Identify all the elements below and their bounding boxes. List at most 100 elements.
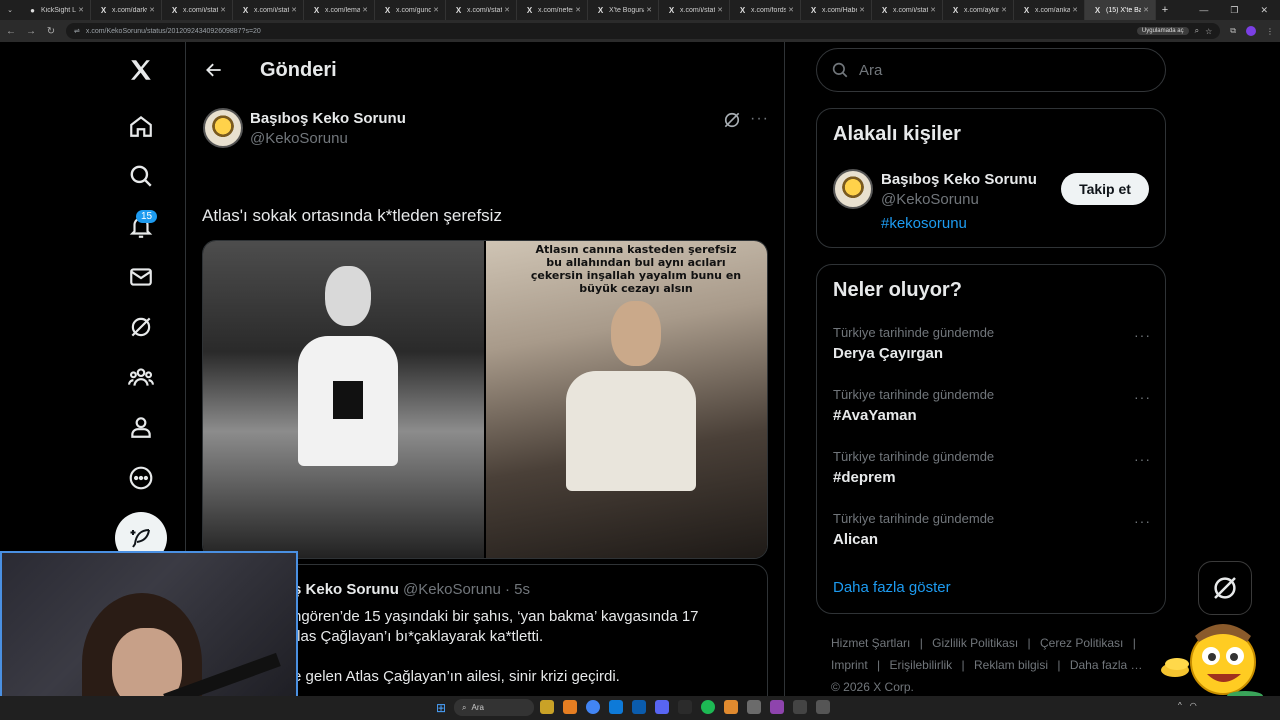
close-icon[interactable]: ✕ [646,6,652,14]
menu-icon[interactable]: ⋮ [1266,27,1274,36]
tab-list-button[interactable]: ⌄ [0,0,20,20]
back-arrow-icon[interactable] [188,60,240,80]
file-explorer-icon[interactable] [563,700,577,714]
author-avatar[interactable] [203,108,243,148]
related-handle[interactable]: @KekoSorunu [881,191,979,208]
browser-tab[interactable]: Xx.com/i/statu✕ [659,0,730,20]
site-info-icon[interactable]: ⇌ [74,27,80,35]
follow-button[interactable]: Takip et [1061,173,1149,205]
search-icon[interactable] [116,156,166,196]
grok-float-button[interactable] [1198,561,1252,615]
photo-left[interactable] [203,241,484,558]
extensions-icon[interactable]: ⧉ [1230,26,1236,36]
taskbar-app-icon[interactable] [724,700,738,714]
taskbar-app-icon[interactable] [770,700,784,714]
close-icon[interactable]: ✕ [788,6,794,14]
author-handle[interactable]: @KekoSorunu [250,130,348,147]
browser-tab[interactable]: Xx.com/i/statu✕ [872,0,943,20]
browser-tab[interactable]: Xx.com/nefes ✕ [517,0,588,20]
more-options-icon[interactable]: ··· [1134,389,1151,405]
footer-link[interactable]: Gizlilik Politikası [932,636,1018,650]
related-avatar[interactable] [833,169,873,209]
obs-icon[interactable] [678,700,692,714]
browser-tab[interactable]: Xx.com/i/statu✕ [162,0,233,20]
footer-link[interactable]: Çerez Politikası [1040,636,1123,650]
close-icon[interactable]: ✕ [433,6,439,14]
close-icon[interactable]: ✕ [220,6,226,14]
browser-tab[interactable]: ● KickSight Lin✕ [20,0,91,20]
close-icon[interactable]: ✕ [78,6,84,14]
close-icon[interactable]: ✕ [291,6,297,14]
grok-icon[interactable] [722,110,742,135]
grok-icon[interactable] [116,307,166,347]
close-icon[interactable]: ✕ [930,6,936,14]
more-options-icon[interactable]: ··· [1134,513,1151,529]
trend-item[interactable]: Türkiye tarihinde gündemde #deprem ··· [833,449,1151,505]
bookmark-star-icon[interactable]: ☆ [1205,27,1212,36]
taskbar-app-icon[interactable] [540,700,554,714]
back-icon[interactable]: ← [6,26,16,37]
more-options-icon[interactable] [116,458,166,498]
forward-icon[interactable]: → [26,26,36,37]
browser-tab[interactable]: Xx.com/lemar ✕ [304,0,375,20]
profile-avatar[interactable] [1246,26,1256,36]
show-more-link[interactable]: Daha fazla göster [833,579,951,596]
close-icon[interactable]: ✕ [1001,6,1007,14]
browser-tab[interactable]: Xx.com/i/statu✕ [446,0,517,20]
browser-tab[interactable]: Xx.com/aykiri ✕ [943,0,1014,20]
photo-right[interactable]: Atlasın canına kasteden şerefsiz bu alla… [486,241,767,558]
trend-item[interactable]: Türkiye tarihinde gündemde Derya Çayırga… [833,325,1151,381]
author-name[interactable]: Başıboş Keko Sorunu [250,110,406,127]
wifi-icon[interactable]: ◠ [1190,701,1197,710]
discord-icon[interactable] [655,700,669,714]
footer-link[interactable]: Imprint [831,658,868,672]
footer-link[interactable]: Hizmet Şartları [831,636,910,650]
browser-tab[interactable]: Xx.com/darkw✕ [91,0,162,20]
browser-tab[interactable]: Xx.com/Haber✕ [801,0,872,20]
url-field[interactable]: ⇌ x.com/KekoSorunu/status/20120924340926… [66,23,1221,39]
taskbar-app-icon[interactable] [793,700,807,714]
trend-item[interactable]: Türkiye tarihinde gündemde #AvaYaman ··· [833,387,1151,443]
footer-link[interactable]: Erişilebilirlik [890,658,953,672]
footer-link[interactable]: Daha fazla … [1070,658,1143,672]
chrome-icon[interactable] [586,700,600,714]
taskbar-search[interactable]: ⌕ Ara [454,699,534,716]
browser-tab[interactable]: Xx.com/i/statu✕ [233,0,304,20]
reload-icon[interactable]: ↻ [46,26,56,37]
browser-tab[interactable]: X X'te Boguna ✕ [588,0,659,20]
search-input[interactable]: Ara [816,48,1166,92]
related-hashtag[interactable]: #kekosorunu [881,215,967,232]
profile-icon[interactable] [116,407,166,447]
more-options-icon[interactable]: ··· [750,110,769,128]
communities-icon[interactable] [116,357,166,397]
taskbar-app-icon[interactable] [816,700,830,714]
home-icon[interactable] [116,106,166,146]
browser-tab-active[interactable]: X (15) X'te Baş✕ [1085,0,1156,20]
taskbar-app-icon[interactable] [632,700,646,714]
close-icon[interactable]: ✕ [1072,6,1078,14]
minimize-icon[interactable]: — [1199,5,1208,16]
windows-start-icon[interactable]: ⊞ [436,701,446,715]
related-name[interactable]: Başıboş Keko Sorunu [881,171,1037,188]
trend-item[interactable]: Türkiye tarihinde gündemde Alican ··· [833,511,1151,567]
messages-mail-icon[interactable] [116,257,166,297]
close-icon[interactable]: ✕ [575,6,581,14]
close-window-icon[interactable]: ✕ [1260,5,1268,16]
x-logo-icon[interactable] [116,50,166,90]
post-media[interactable]: Atlasın canına kasteden şerefsiz bu alla… [202,240,768,559]
close-icon[interactable]: ✕ [362,6,368,14]
close-icon[interactable]: ✕ [717,6,723,14]
taskbar-app-icon[interactable] [609,700,623,714]
new-tab-button[interactable]: + [1156,0,1174,20]
close-icon[interactable]: ✕ [149,6,155,14]
browser-tab[interactable]: Xx.com/gunde✕ [375,0,446,20]
chevron-up-icon[interactable]: ^ [1178,701,1182,710]
more-options-icon[interactable]: ··· [1134,451,1151,467]
close-icon[interactable]: ✕ [1143,6,1149,14]
more-options-icon[interactable]: ··· [1134,327,1151,343]
spotify-icon[interactable] [701,700,715,714]
browser-tab[interactable]: Xx.com/ankara✕ [1014,0,1085,20]
footer-link[interactable]: Reklam bilgisi [974,658,1048,672]
restore-icon[interactable]: ❐ [1230,5,1238,16]
open-in-app-pill[interactable]: Uygulamada aç [1136,27,1189,35]
